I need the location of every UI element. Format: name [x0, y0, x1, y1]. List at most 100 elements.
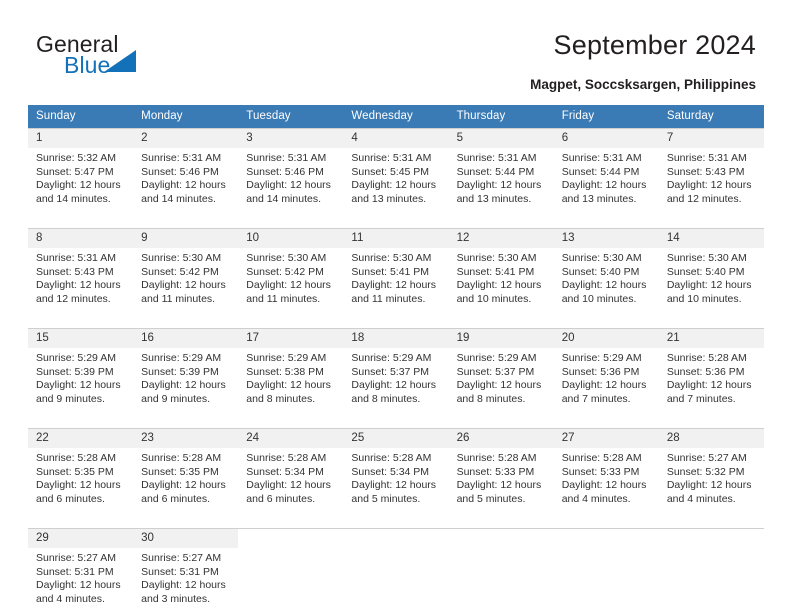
week-spacer-row [28, 216, 764, 228]
calendar-day-cell[interactable]: 17 Sunrise: 5:29 AM Sunset: 5:38 PM Dayligh… [238, 328, 344, 416]
sunset-time: Sunset: 5:36 PM [666, 365, 745, 378]
day-cell-body: 28 Sunrise: 5:27 AM Sunset: 5:32 PM Dayligh… [658, 428, 764, 516]
daylight-duration-line2: and 9 minutes. [141, 392, 211, 405]
calendar-day-cell[interactable]: 1 Sunrise: 5:32 AM Sunset: 5:47 PM Daylight… [28, 128, 134, 216]
calendar-day-cell[interactable]: 14 Sunrise: 5:30 AM Sunset: 5:40 PM Dayligh… [658, 228, 764, 316]
calendar-day-cell[interactable]: 26 Sunrise: 5:28 AM Sunset: 5:33 PM Dayligh… [448, 428, 554, 516]
calendar-day-cell[interactable]: 20 Sunrise: 5:29 AM Sunset: 5:36 PM Dayligh… [553, 328, 659, 416]
daylight-duration-line1: Daylight: 12 hours [141, 279, 226, 292]
day-details: Sunrise: 5:32 AM Sunset: 5:47 PM Daylight:… [28, 148, 133, 206]
calendar-day-cell[interactable]: 8 Sunrise: 5:31 AM Sunset: 5:43 PM Daylight… [28, 228, 134, 316]
day-details: Sunrise: 5:30 AM Sunset: 5:41 PM Daylight:… [343, 248, 448, 306]
day-cell-body: 25 Sunrise: 5:28 AM Sunset: 5:34 PM Dayligh… [343, 428, 449, 516]
day-cell-body: 10 Sunrise: 5:30 AM Sunset: 5:42 PM Dayligh… [238, 228, 344, 316]
week-spacer-cell [28, 316, 134, 328]
daylight-duration-line2: and 12 minutes. [666, 192, 742, 205]
calendar-day-cell[interactable]: 2 Sunrise: 5:31 AM Sunset: 5:46 PM Daylight… [133, 128, 239, 216]
daylight-duration-line2: and 3 minutes. [141, 592, 211, 605]
daylight-duration-line2: and 4 minutes. [561, 492, 631, 505]
daylight-duration-line1: Daylight: 12 hours [36, 379, 121, 392]
calendar-day-cell[interactable]: 27 Sunrise: 5:28 AM Sunset: 5:33 PM Dayligh… [553, 428, 659, 516]
calendar-day-cell[interactable]: 30 Sunrise: 5:27 AM Sunset: 5:31 PM Dayligh… [133, 528, 239, 612]
calendar-day-cell[interactable]: 29 Sunrise: 5:27 AM Sunset: 5:31 PM Dayligh… [28, 528, 134, 612]
day-details: Sunrise: 5:30 AM Sunset: 5:42 PM Daylight:… [238, 248, 343, 306]
sunrise-time: Sunrise: 5:29 AM [351, 352, 432, 364]
day-cell-body: 22 Sunrise: 5:28 AM Sunset: 5:35 PM Dayligh… [28, 428, 134, 516]
sunset-time: Sunset: 5:37 PM [456, 365, 535, 378]
day-number: 29 [28, 529, 134, 548]
calendar-day-cell[interactable]: 7 Sunrise: 5:31 AM Sunset: 5:43 PM Daylight… [658, 128, 764, 216]
daylight-duration-line2: and 7 minutes. [561, 392, 631, 405]
calendar-week-row: 15 Sunrise: 5:29 AM Sunset: 5:39 PM Dayligh… [28, 328, 764, 416]
week-spacer-cell [448, 516, 554, 528]
sunset-time: Sunset: 5:33 PM [456, 465, 535, 478]
day-details: Sunrise: 5:30 AM Sunset: 5:40 PM Daylight:… [659, 248, 764, 306]
calendar-day-cell[interactable]: 11 Sunrise: 5:30 AM Sunset: 5:41 PM Dayligh… [343, 228, 449, 316]
day-number: 22 [28, 429, 134, 448]
calendar-day-cell[interactable]: 13 Sunrise: 5:30 AM Sunset: 5:40 PM Dayligh… [553, 228, 659, 316]
calendar-week-row: 1 Sunrise: 5:32 AM Sunset: 5:47 PM Daylight… [28, 128, 764, 216]
sunset-time: Sunset: 5:41 PM [456, 265, 535, 278]
sunset-time: Sunset: 5:44 PM [456, 165, 535, 178]
calendar-day-cell[interactable]: 16 Sunrise: 5:29 AM Sunset: 5:39 PM Dayligh… [133, 328, 239, 416]
week-spacer-cell [343, 316, 449, 328]
calendar-day-cell[interactable]: 25 Sunrise: 5:28 AM Sunset: 5:34 PM Dayligh… [343, 428, 449, 516]
daylight-duration-line2: and 6 minutes. [246, 492, 316, 505]
week-spacer-cell [238, 516, 344, 528]
daylight-duration-line1: Daylight: 12 hours [456, 279, 542, 292]
day-details: Sunrise: 5:28 AM Sunset: 5:35 PM Daylight:… [28, 448, 133, 506]
sunset-time: Sunset: 5:45 PM [351, 165, 430, 178]
week-spacer-row [28, 416, 764, 428]
calendar-day-cell[interactable]: 5 Sunrise: 5:31 AM Sunset: 5:44 PM Daylight… [448, 128, 554, 216]
daylight-duration-line2: and 4 minutes. [36, 592, 105, 605]
daylight-duration-line2: and 9 minutes. [36, 392, 105, 405]
daylight-duration-line1: Daylight: 12 hours [666, 179, 752, 192]
daylight-duration-line2: and 5 minutes. [456, 492, 526, 505]
calendar-day-cell[interactable]: 28 Sunrise: 5:27 AM Sunset: 5:32 PM Dayligh… [658, 428, 764, 516]
daylight-duration-line2: and 8 minutes. [456, 392, 526, 405]
calendar-day-cell[interactable]: 4 Sunrise: 5:31 AM Sunset: 5:45 PM Daylight… [343, 128, 449, 216]
daylight-duration-line2: and 14 minutes. [36, 192, 111, 205]
day-number: 13 [553, 229, 659, 248]
sunset-time: Sunset: 5:36 PM [561, 365, 640, 378]
calendar-day-cell[interactable]: 23 Sunrise: 5:28 AM Sunset: 5:35 PM Dayligh… [133, 428, 239, 516]
sunrise-time: Sunrise: 5:30 AM [666, 252, 747, 264]
day-details: Sunrise: 5:29 AM Sunset: 5:39 PM Daylight:… [28, 348, 133, 406]
day-cell-body: 20 Sunrise: 5:29 AM Sunset: 5:36 PM Dayligh… [553, 328, 659, 416]
logo[interactable]: General Blue [36, 32, 166, 80]
calendar-day-cell[interactable]: 10 Sunrise: 5:30 AM Sunset: 5:42 PM Dayligh… [238, 228, 344, 316]
calendar-day-cell[interactable]: 24 Sunrise: 5:28 AM Sunset: 5:34 PM Dayligh… [238, 428, 344, 516]
day-cell-body: 13 Sunrise: 5:30 AM Sunset: 5:40 PM Dayligh… [553, 228, 659, 316]
sunset-time: Sunset: 5:43 PM [36, 265, 114, 278]
day-number: 10 [238, 229, 344, 248]
sunset-time: Sunset: 5:34 PM [246, 465, 324, 478]
calendar-day-cell[interactable]: 3 Sunrise: 5:31 AM Sunset: 5:46 PM Daylight… [238, 128, 344, 216]
week-spacer-cell [133, 516, 239, 528]
calendar-day-cell[interactable]: 21 Sunrise: 5:28 AM Sunset: 5:36 PM Dayligh… [658, 328, 764, 416]
calendar-day-cell[interactable]: 9 Sunrise: 5:30 AM Sunset: 5:42 PM Daylight… [133, 228, 239, 316]
day-cell-body: 8 Sunrise: 5:31 AM Sunset: 5:43 PM Daylight… [28, 228, 134, 316]
calendar-empty-cell [658, 528, 764, 612]
daylight-duration-line1: Daylight: 12 hours [351, 279, 437, 292]
day-details: Sunrise: 5:28 AM Sunset: 5:33 PM Daylight:… [449, 448, 554, 506]
sunrise-time: Sunrise: 5:30 AM [141, 252, 222, 264]
sunrise-time: Sunrise: 5:27 AM [141, 552, 222, 564]
day-number: 11 [343, 229, 449, 248]
calendar-day-cell[interactable]: 22 Sunrise: 5:28 AM Sunset: 5:35 PM Dayligh… [28, 428, 134, 516]
daylight-duration-line1: Daylight: 12 hours [456, 379, 542, 392]
daylight-duration-line1: Daylight: 12 hours [246, 179, 331, 192]
day-cell-body: 6 Sunrise: 5:31 AM Sunset: 5:44 PM Daylight… [553, 128, 659, 216]
calendar-day-cell[interactable]: 18 Sunrise: 5:29 AM Sunset: 5:37 PM Dayligh… [343, 328, 449, 416]
week-spacer-cell [658, 316, 764, 328]
calendar-day-cell[interactable]: 19 Sunrise: 5:29 AM Sunset: 5:37 PM Dayligh… [448, 328, 554, 416]
calendar-day-cell[interactable]: 12 Sunrise: 5:30 AM Sunset: 5:41 PM Dayligh… [448, 228, 554, 316]
daylight-duration-line1: Daylight: 12 hours [666, 379, 752, 392]
calendar-empty-cell [553, 528, 659, 612]
day-details: Sunrise: 5:28 AM Sunset: 5:34 PM Daylight:… [238, 448, 343, 506]
calendar-empty-cell [448, 528, 554, 612]
calendar-day-cell[interactable]: 6 Sunrise: 5:31 AM Sunset: 5:44 PM Daylight… [553, 128, 659, 216]
calendar-day-cell[interactable]: 15 Sunrise: 5:29 AM Sunset: 5:39 PM Dayligh… [28, 328, 134, 416]
daylight-duration-line2: and 8 minutes. [246, 392, 316, 405]
sunrise-time: Sunrise: 5:31 AM [246, 152, 327, 164]
day-number: 12 [448, 229, 554, 248]
